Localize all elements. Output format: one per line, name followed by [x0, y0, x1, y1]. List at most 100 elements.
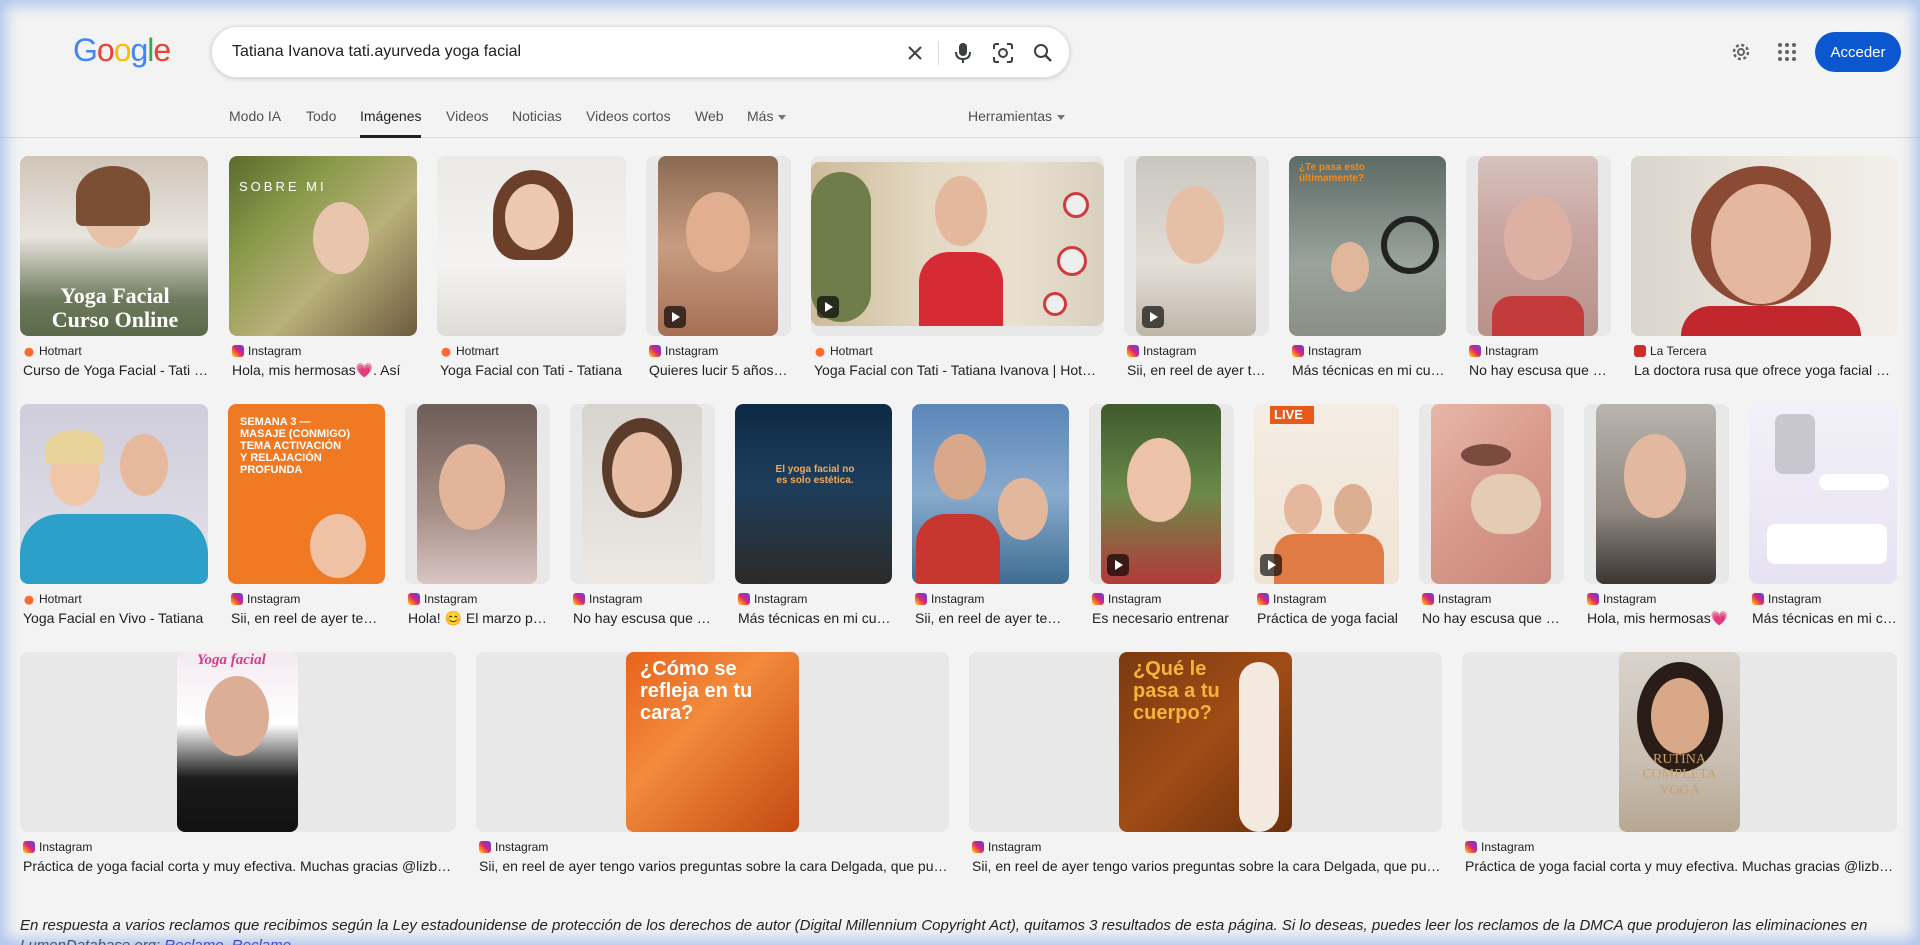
- result-title[interactable]: Práctica de yoga facial: [1257, 610, 1399, 626]
- image-result[interactable]: SOBRE MI Instagram Hola, mis hermosas💗. …: [229, 156, 417, 381]
- image-result[interactable]: Instagram No hay escusa que valga: [1466, 156, 1611, 381]
- result-title[interactable]: Más técnicas en mi curso: [738, 610, 892, 626]
- result-source[interactable]: Hotmart: [814, 344, 873, 358]
- result-title[interactable]: Sii, en reel de ayer tengo varios pregun…: [972, 858, 1442, 874]
- result-source[interactable]: Instagram: [573, 592, 642, 606]
- image-result[interactable]: Instagram No hay escusa que valga: [1419, 404, 1564, 629]
- tab-imagenes[interactable]: Imágenes: [360, 108, 422, 138]
- image-result[interactable]: ¿Te pasa esto últimamente? Instagram Más…: [1289, 156, 1446, 381]
- result-thumbnail[interactable]: [1478, 156, 1598, 336]
- result-title[interactable]: Sii, en reel de ayer tengo: [231, 610, 385, 626]
- result-source[interactable]: Instagram: [1752, 592, 1821, 606]
- microphone-icon[interactable]: [950, 40, 976, 66]
- image-result[interactable]: ¿Qué le pasa a tu cuerpo? Instagram Sii,…: [969, 652, 1442, 877]
- tools-button[interactable]: Herramientas: [968, 108, 1066, 138]
- result-thumbnail[interactable]: [1631, 156, 1897, 336]
- result-title[interactable]: Sii, en reel de ayer tengo varios pregun…: [479, 858, 949, 874]
- search-box[interactable]: Tatiana Ivanova tati.ayurveda yoga facia…: [211, 26, 1070, 78]
- result-source[interactable]: Hotmart: [440, 344, 499, 358]
- result-title[interactable]: Práctica de yoga facial corta y muy efec…: [23, 858, 456, 874]
- result-thumbnail[interactable]: [1749, 404, 1897, 584]
- result-thumbnail[interactable]: ¿Cómo se refleja en tu cara?: [626, 652, 799, 832]
- result-source[interactable]: Instagram: [649, 344, 718, 358]
- result-source[interactable]: La Tercera: [1634, 344, 1706, 358]
- result-thumbnail[interactable]: ¿Qué le pasa a tu cuerpo?: [1119, 652, 1292, 832]
- result-thumbnail[interactable]: [1431, 404, 1551, 584]
- settings-icon[interactable]: [1727, 38, 1755, 66]
- result-title[interactable]: Sii, en reel de ayer tengo: [1127, 362, 1269, 378]
- image-result[interactable]: Instagram Más técnicas en mi curso: [1749, 404, 1897, 629]
- result-title[interactable]: Más técnicas en mi curso: [1752, 610, 1897, 626]
- image-result[interactable]: El yoga facial no es solo estética. Inst…: [735, 404, 892, 629]
- image-result[interactable]: Instagram Quieres lucir 5 años más: [646, 156, 791, 381]
- result-source[interactable]: Instagram: [232, 344, 301, 358]
- tab-noticias[interactable]: Noticias: [512, 108, 562, 138]
- result-source[interactable]: Instagram: [1092, 592, 1161, 606]
- result-thumbnail[interactable]: SEMANA 3 — MASAJE (CONMIGO) TEMA ACTIVAC…: [228, 404, 385, 584]
- apps-grid-icon[interactable]: [1773, 38, 1801, 66]
- result-thumbnail[interactable]: RUTINA COMPLETA YOGA: [1619, 652, 1740, 832]
- result-thumbnail[interactable]: LIVE: [1254, 404, 1399, 584]
- search-input[interactable]: Tatiana Ivanova tati.ayurveda yoga facia…: [232, 43, 521, 61]
- result-thumbnail[interactable]: Yoga facial: [177, 652, 298, 832]
- result-thumbnail[interactable]: SOBRE MI: [229, 156, 417, 336]
- result-source[interactable]: Instagram: [479, 840, 548, 854]
- image-result[interactable]: Instagram Hola, mis hermosas💗: [1584, 404, 1729, 629]
- result-source[interactable]: Instagram: [1422, 592, 1491, 606]
- clear-icon[interactable]: [902, 40, 928, 66]
- image-result[interactable]: Instagram Es necesario entrenar: [1089, 404, 1234, 629]
- image-result[interactable]: SEMANA 3 — MASAJE (CONMIGO) TEMA ACTIVAC…: [228, 404, 385, 629]
- image-result[interactable]: LIVE Instagram Práctica de yoga facial: [1254, 404, 1399, 629]
- result-title[interactable]: No hay escusa que valga: [573, 610, 715, 626]
- result-thumbnail[interactable]: ¿Te pasa esto últimamente?: [1289, 156, 1446, 336]
- image-result[interactable]: La Tercera La doctora rusa que ofrece yo…: [1631, 156, 1897, 381]
- result-title[interactable]: Más técnicas en mi curso: [1292, 362, 1446, 378]
- result-source[interactable]: Instagram: [231, 592, 300, 606]
- tab-videos[interactable]: Videos: [446, 108, 489, 138]
- result-thumbnail[interactable]: [811, 162, 1104, 326]
- result-title[interactable]: Quieres lucir 5 años más: [649, 362, 791, 378]
- tab-web[interactable]: Web: [695, 108, 724, 138]
- result-source[interactable]: Hotmart: [23, 344, 82, 358]
- image-result[interactable]: RUTINA COMPLETA YOGA Instagram Práctica …: [1462, 652, 1897, 877]
- result-source[interactable]: Instagram: [408, 592, 477, 606]
- tab-videos-cortos[interactable]: Videos cortos: [586, 108, 671, 138]
- image-result[interactable]: Instagram No hay escusa que valga: [570, 404, 715, 629]
- dmca-claim-link[interactable]: Reclamo: [232, 937, 291, 945]
- result-thumbnail[interactable]: [1136, 156, 1256, 336]
- image-result[interactable]: Instagram Sii, en reel de ayer tengo: [1124, 156, 1269, 381]
- result-source[interactable]: Instagram: [23, 840, 92, 854]
- dmca-claim-link[interactable]: Reclamo: [164, 937, 223, 945]
- result-source[interactable]: Instagram: [1469, 344, 1538, 358]
- result-title[interactable]: Yoga Facial con Tati - Tatiana Ivanova |…: [814, 362, 1104, 378]
- image-result[interactable]: Yoga facial Instagram Práctica de yoga f…: [20, 652, 456, 877]
- tab-mas[interactable]: Más: [747, 108, 787, 138]
- result-thumbnail[interactable]: [658, 156, 778, 336]
- image-result[interactable]: Hotmart Yoga Facial con Tati - Tatiana: [437, 156, 626, 381]
- image-result[interactable]: Instagram Sii, en reel de ayer tengo: [912, 404, 1069, 629]
- tab-todo[interactable]: Todo: [306, 108, 336, 138]
- sign-in-button[interactable]: Acceder: [1815, 32, 1901, 72]
- result-title[interactable]: Es necesario entrenar: [1092, 610, 1234, 626]
- result-title[interactable]: No hay escusa que valga: [1469, 362, 1611, 378]
- result-title[interactable]: Hola, mis hermosas💗. Así: [232, 362, 417, 379]
- result-thumbnail[interactable]: [1101, 404, 1221, 584]
- result-title[interactable]: La doctora rusa que ofrece yoga facial o…: [1634, 362, 1897, 378]
- lens-icon[interactable]: [990, 40, 1016, 66]
- result-source[interactable]: Instagram: [1292, 344, 1361, 358]
- result-title[interactable]: Curso de Yoga Facial - Tati Ivanova: [23, 362, 208, 378]
- result-source[interactable]: Instagram: [1127, 344, 1196, 358]
- image-result[interactable]: Instagram Hola! 😊 El marzo pasado: [405, 404, 550, 629]
- search-icon[interactable]: [1030, 40, 1056, 66]
- result-source[interactable]: Instagram: [972, 840, 1041, 854]
- image-result[interactable]: Hotmart Yoga Facial en Vivo - Tatiana: [20, 404, 208, 629]
- image-result[interactable]: ¿Cómo se refleja en tu cara? Instagram S…: [476, 652, 949, 877]
- result-thumbnail[interactable]: Yoga Facial Curso Online: [20, 156, 208, 336]
- result-source[interactable]: Hotmart: [23, 592, 82, 606]
- result-thumbnail[interactable]: [417, 404, 537, 584]
- result-source[interactable]: Instagram: [738, 592, 807, 606]
- tab-modo-ia[interactable]: Modo IA: [229, 108, 281, 138]
- result-thumbnail[interactable]: El yoga facial no es solo estética.: [735, 404, 892, 584]
- result-thumbnail[interactable]: [20, 404, 208, 584]
- result-thumbnail[interactable]: [437, 156, 626, 336]
